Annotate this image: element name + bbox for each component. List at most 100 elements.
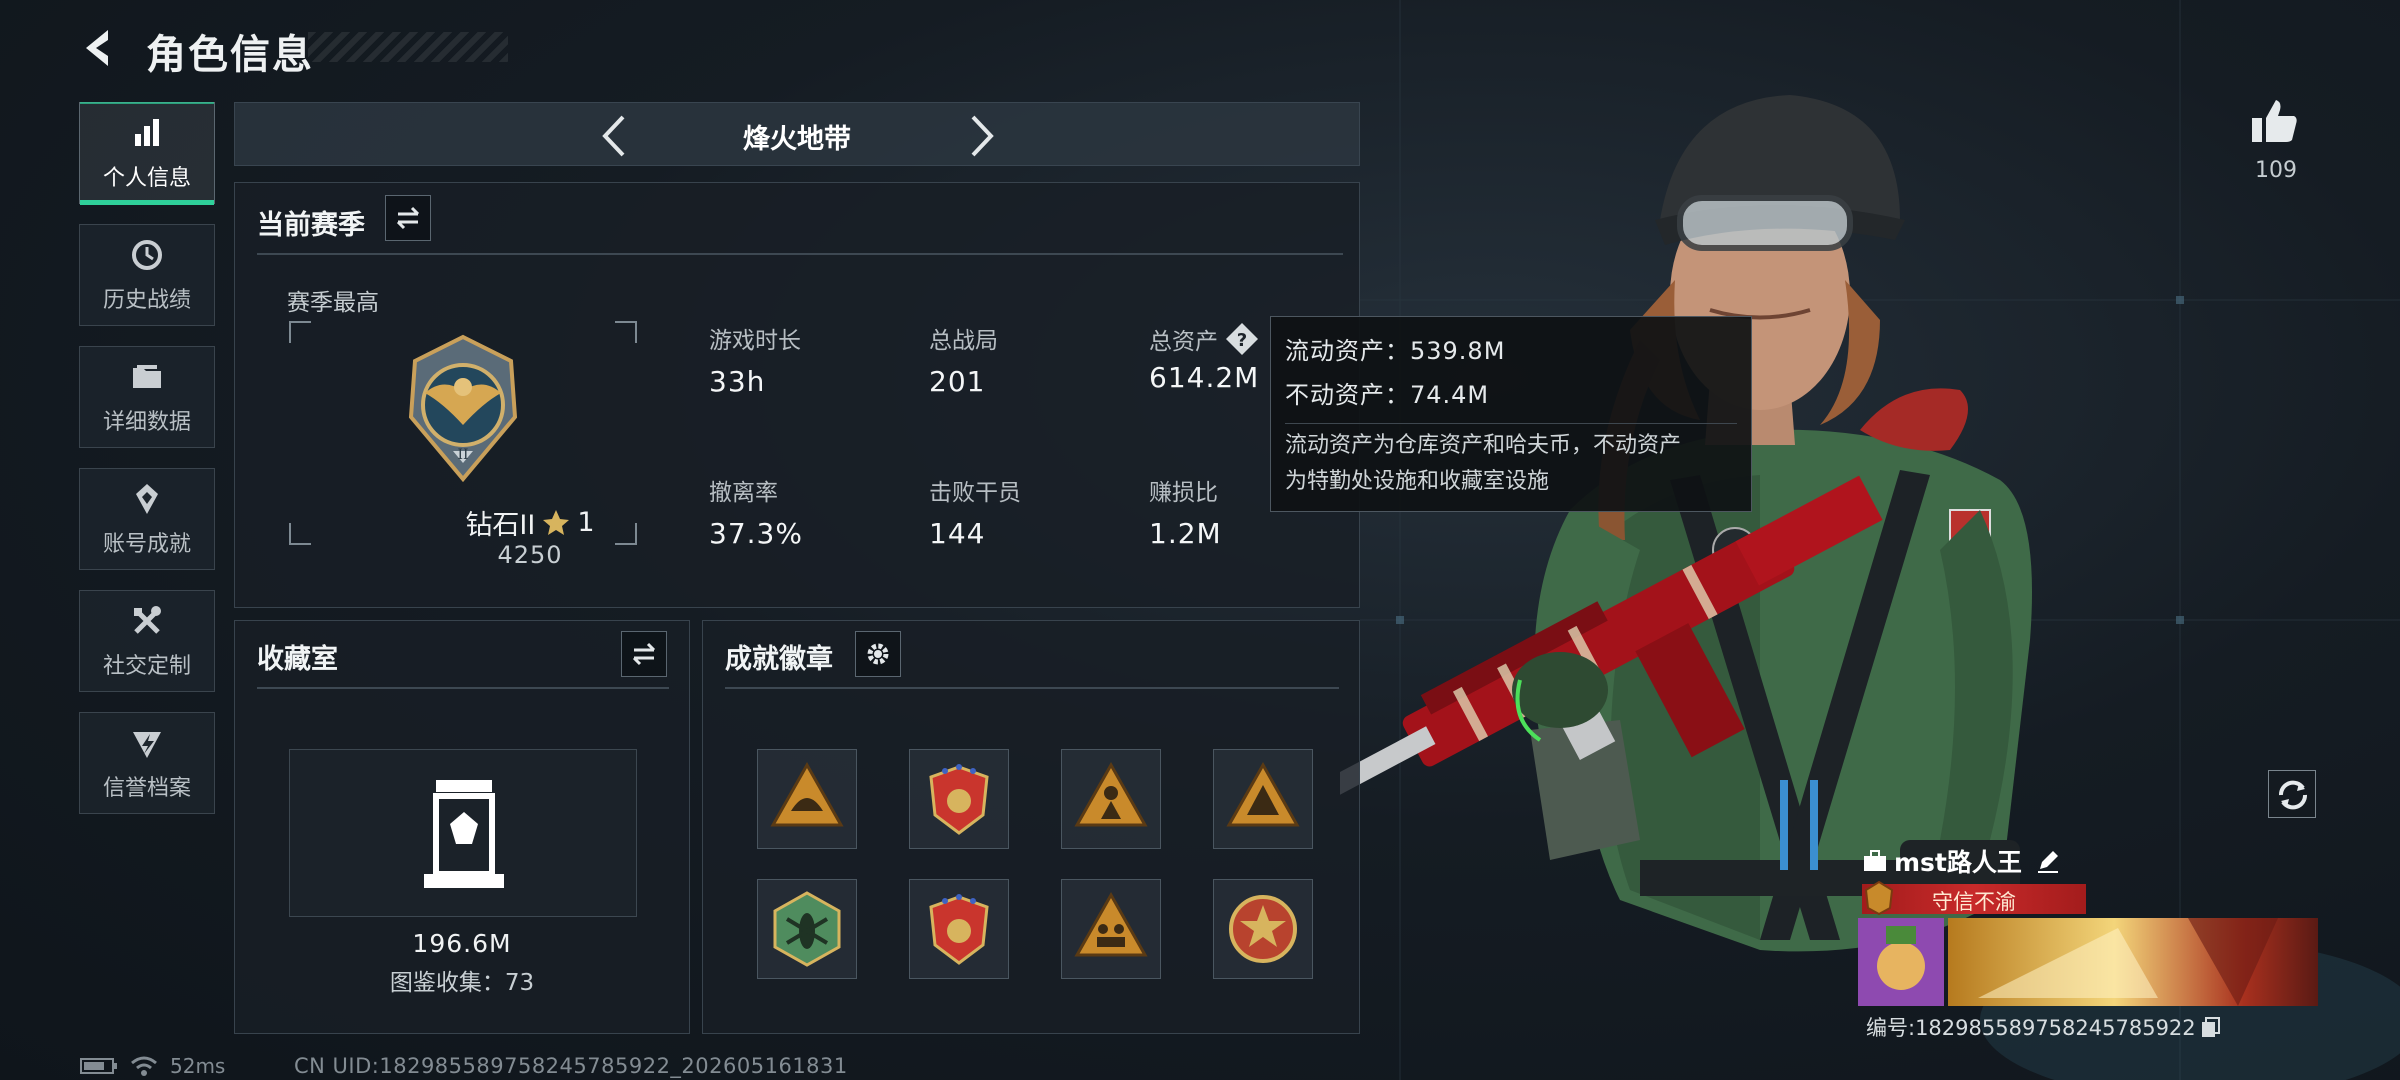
nav-item-label: 详细数据 (102, 410, 191, 435)
stat-total-matches: 总战局 201 (929, 321, 998, 398)
star-medal-badge-icon (1229, 895, 1297, 963)
nav-item-label: 历史战绩 (102, 288, 191, 313)
swap-icon (396, 206, 420, 230)
season-panel: 当前赛季 赛季最高 II 钻石II 1 4250 游戏时长 33h 总战局 20… (234, 182, 1360, 608)
badge-slot-7[interactable] (1061, 879, 1161, 979)
tooltip-liquid-assets: 流动资产：539.8M (1285, 337, 1506, 365)
collection-value: 196.6M (412, 929, 512, 958)
insect-badge-icon (773, 891, 841, 967)
stat-value: 144 (929, 517, 986, 550)
nav-item-label: 个人信息 (102, 166, 191, 191)
svg-text:?: ? (1237, 330, 1247, 351)
player-id: 编号:1829855897582457859​22 (1866, 1016, 2196, 1040)
badge-slot-8[interactable] (1213, 879, 1313, 979)
wifi-icon (131, 1056, 157, 1076)
star-icon (543, 509, 570, 535)
player-name-row: mst路人王 (1862, 843, 2062, 879)
back-button[interactable] (78, 24, 126, 72)
badge-slot-4[interactable] (1213, 749, 1313, 849)
like-count: 109 (2255, 158, 2297, 183)
season-best-label: 赛季最高 (287, 290, 379, 316)
nav-item-achievements[interactable]: 账号成就 (79, 468, 215, 570)
bar-chart-icon (135, 119, 159, 146)
stat-label: 游戏时长 (709, 328, 801, 354)
stat-value: 1.2M (1149, 517, 1222, 550)
nav-item-details[interactable]: 详细数据 (79, 346, 215, 448)
shield-starred-badge-icon (929, 894, 989, 965)
squad-badge-icon (1074, 891, 1148, 957)
back-arrow-icon (86, 30, 108, 66)
rank-emblem-icon: II (408, 334, 518, 483)
ping-value: 52ms (170, 1054, 226, 1078)
soldier-badge-icon (1074, 761, 1148, 827)
stat-play-time: 游戏时长 33h (709, 321, 801, 398)
svg-text:II: II (457, 447, 468, 463)
hard-hat-badge-icon (770, 761, 844, 827)
rank-stars: 1 (577, 507, 595, 538)
divider (725, 687, 1339, 689)
stat-value: 614.2M (1149, 361, 1260, 394)
tooltip-description-line-1: 流动资产为仓库资产和哈夫币，不动资产 (1285, 433, 1682, 458)
rotate-icon (2278, 780, 2308, 810)
collection-count: 图鉴收集：73 (389, 970, 535, 996)
stat-extract-rate: 撤离率 37.3% (709, 473, 803, 550)
chevron-right-icon (971, 115, 994, 157)
folder-icon (133, 365, 161, 388)
stat-label: 赚损比 (1149, 480, 1218, 506)
server-uid: CN UID:1829855897582457859​22_2026051618… (294, 1054, 848, 1078)
player-name: mst路人王 (1894, 848, 2022, 877)
nav-item-history[interactable]: 历史战绩 (79, 224, 215, 326)
stat-label: 撤离率 (709, 480, 778, 506)
achievements-settings-button[interactable] (855, 631, 901, 677)
battery-icon (80, 1058, 117, 1074)
player-banner-image (1858, 918, 2318, 1006)
achievements-title: 成就徽章 (725, 644, 833, 675)
nav-item-personal-info[interactable]: 个人信息 (79, 102, 215, 205)
next-mode-button[interactable] (961, 113, 1001, 159)
credit-icon (133, 732, 161, 758)
triangle-badge-icon (1226, 761, 1300, 827)
divider (257, 687, 669, 689)
stat-profit-ratio: 赚损比 1.2M (1149, 473, 1222, 550)
title-decoration (308, 32, 508, 62)
nav-item-social[interactable]: 社交定制 (79, 590, 215, 692)
tooltip-description-line-2: 为特勤处设施和收藏室设施 (1285, 469, 1550, 494)
tools-icon (134, 606, 161, 634)
copy-icon[interactable] (2200, 1016, 2222, 1038)
clock-icon (132, 240, 162, 270)
badge-slot-1[interactable] (757, 749, 857, 849)
nav-item-label: 信誉档案 (102, 776, 191, 801)
badge-slot-2[interactable] (909, 749, 1009, 849)
status-bar: 52ms (80, 1054, 225, 1078)
briefcase-icon (1864, 850, 1886, 871)
nav-item-credit[interactable]: 信誉档案 (79, 712, 215, 814)
badge-slot-3[interactable] (1061, 749, 1161, 849)
shield-starred-badge-icon (929, 764, 989, 835)
tooltip-divider (1285, 423, 1737, 424)
rank-name: 钻石II (465, 510, 536, 541)
collection-panel[interactable]: 收藏室 196.6M 图鉴收集：73 (234, 620, 690, 1034)
nav-item-label: 社交定制 (102, 654, 191, 679)
tooltip-fixed-assets: 不动资产：74.4M (1285, 381, 1490, 409)
help-icon[interactable]: ? (1224, 321, 1260, 357)
gear-icon (867, 643, 889, 665)
player-title-banner: 守信不渝 (1862, 880, 2086, 916)
edit-icon[interactable] (2034, 847, 2062, 875)
rotate-character-button[interactable] (2268, 770, 2316, 818)
switch-season-button[interactable] (385, 195, 431, 241)
badge-slot-5[interactable] (757, 879, 857, 979)
badge-slot-6[interactable] (909, 879, 1009, 979)
stat-value: 33h (709, 365, 766, 398)
stat-value: 37.3% (709, 517, 803, 550)
achievements-panel: 成就徽章 (702, 620, 1360, 1034)
rank-score: 4250 (497, 541, 563, 569)
stat-label: 总资产 (1149, 329, 1218, 355)
stat-total-assets: 总资产 ? 614.2M (1149, 321, 1260, 394)
like-button[interactable] (2248, 96, 2300, 148)
stat-label: 击败干员 (929, 480, 1021, 506)
switch-collection-button[interactable] (621, 631, 667, 677)
display-case-icon (424, 780, 504, 888)
swap-icon (632, 642, 656, 666)
player-id-row: 编号:1829855897582457859​22 (1866, 1012, 2222, 1042)
stat-label: 总战局 (929, 328, 998, 354)
